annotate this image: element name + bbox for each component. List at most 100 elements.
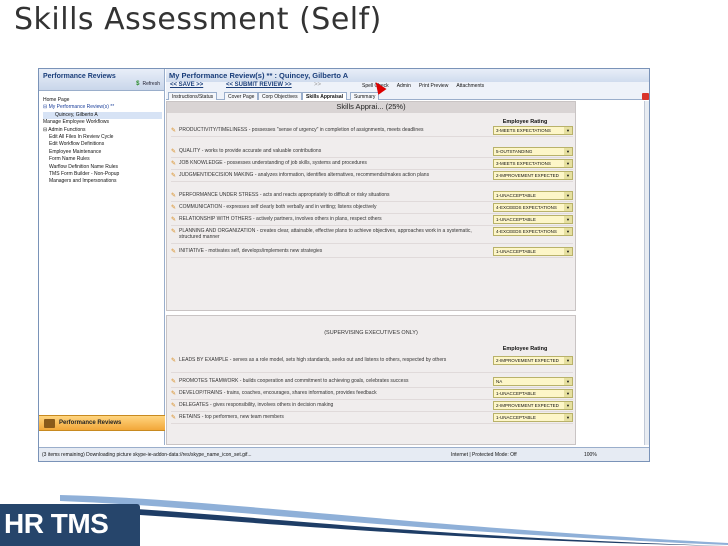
chevron-down-icon: ▼ <box>564 357 572 364</box>
submit-review-button[interactable]: << SUBMIT REVIEW >> <box>226 82 292 88</box>
criterion-text: DELEGATES - gives responsibility, involv… <box>179 402 334 408</box>
pencil-icon: ✎ <box>171 391 177 397</box>
tab-bar: Instructions/Status Cover Page Corp Object… <box>166 79 649 100</box>
tree-item[interactable]: Form Name Rules <box>43 156 162 163</box>
logo-text: HR TMS <box>4 508 109 539</box>
criterion-text: PERFORMANCE UNDER STRESS - acts and reac… <box>179 192 390 198</box>
chevron-down-icon: ▼ <box>564 127 572 134</box>
rating-row: ✎ PERFORMANCE UNDER STRESS - acts and rea… <box>171 191 573 202</box>
tree-item[interactable]: Edit Workflow Definitions <box>43 141 162 148</box>
footer-label: Performance Reviews <box>59 420 122 426</box>
executive-section: (SUPERVISING EXECUTIVES ONLY) Employee R… <box>166 315 576 445</box>
rating-row: ✎ JOB KNOWLEDGE - possesses understanding… <box>171 159 573 170</box>
chevron-down-icon: ▼ <box>564 378 572 385</box>
criterion-text: PLANNING AND ORGANIZATION - creates clea… <box>179 228 472 240</box>
refresh-label: Refresh <box>142 81 160 87</box>
tree-item[interactable]: TMS Form Builder - Non-Popup <box>43 171 162 178</box>
rating-row: ✎ JUDGMENT/DECISION MAKING - analyzes inf… <box>171 171 573 182</box>
scrollbar[interactable] <box>644 101 649 445</box>
nav-tree: Home Page ⊟ My Performance Review(s) ** Qu… <box>39 91 164 186</box>
tree-item[interactable]: Managers and Impersonations <box>43 178 162 185</box>
tree-item[interactable]: Quincey, Gilberto A <box>43 111 162 120</box>
pencil-icon: ✎ <box>171 205 177 211</box>
chevron-down-icon: ▼ <box>564 192 572 199</box>
refresh-button[interactable]: $ Refresh <box>136 81 160 87</box>
decorative-swoosh <box>60 495 728 546</box>
zoom-level[interactable]: 100% <box>584 452 597 458</box>
rating-select[interactable]: 4-EXCEEDS EXPECTATIONS ▼ <box>493 203 573 212</box>
rating-select[interactable]: 3-MEETS EXPECTATIONS ▼ <box>493 126 573 135</box>
criterion-text: RELATIONSHIP WITH OTHERS - actively part… <box>179 216 382 222</box>
rating-value: 1-UNACCEPTABLE <box>496 249 536 254</box>
rating-select[interactable]: 2-IMPROVEMENT EXPECTED ▼ <box>493 171 573 180</box>
pencil-icon: ✎ <box>171 249 177 255</box>
rating-select[interactable]: 2-IMPROVEMENT EXPECTED ▼ <box>493 356 573 365</box>
chevron-down-icon: ▼ <box>564 148 572 155</box>
rating-select[interactable]: 1-UNACCEPTABLE ▼ <box>493 215 573 224</box>
rating-row: ✎ QUALITY - works to provide accurate and… <box>171 147 573 158</box>
tab-skills-appraisal[interactable]: Skills Appraisal <box>302 92 348 100</box>
criterion-text: LEADS BY EXAMPLE - serves as a role mode… <box>179 357 447 363</box>
chevron-down-icon: ▼ <box>564 402 572 409</box>
tree-item[interactable]: Employee Maintenance <box>43 149 162 156</box>
close-icon[interactable] <box>642 93 649 100</box>
chevron-down-icon: ▼ <box>564 248 572 255</box>
rating-select[interactable]: 1-UNACCEPTABLE ▼ <box>493 389 573 398</box>
rating-row: ✎ RETAINS - top performers, new team memb… <box>171 413 573 424</box>
rating-select[interactable]: 4-EXCEEDS EXPECTATIONS ▼ <box>493 227 573 236</box>
rating-select[interactable]: 5-OUTSTANDING ▼ <box>493 147 573 156</box>
left-pane-title: Performance Reviews <box>43 73 116 80</box>
chevron-down-icon: ▼ <box>564 204 572 211</box>
rating-select[interactable]: NA ▼ <box>493 377 573 386</box>
chevron-down-icon: ▼ <box>564 228 572 235</box>
tool-admin[interactable]: Admin <box>397 83 411 89</box>
tab-cover-page[interactable]: Cover Page <box>224 92 259 100</box>
review-title: My Performance Review(s) ** : Quincey, G… <box>169 71 349 80</box>
performance-reviews-footer[interactable]: Performance Reviews <box>39 415 165 431</box>
skills-section: Skills Apprai... (25%) Employee Rating ✎… <box>166 101 576 311</box>
pencil-icon: ✎ <box>171 379 177 385</box>
pencil-icon: ✎ <box>171 217 177 223</box>
tab-summary[interactable]: Summary <box>350 92 380 100</box>
rating-value: 2-IMPROVEMENT EXPECTED <box>496 173 559 178</box>
rating-row: ✎ PLANNING AND ORGANIZATION - creates cle… <box>171 227 573 244</box>
pencil-icon: ✎ <box>171 193 177 199</box>
tree-item[interactable]: Edit All Files In Review Cycle <box>43 134 162 141</box>
criterion-text: JOB KNOWLEDGE - possesses understanding … <box>179 160 367 166</box>
rating-select[interactable]: 2-IMPROVEMENT EXPECTED ▼ <box>493 401 573 410</box>
criterion-text: INITIATIVE - motivates self, develops/im… <box>179 248 323 254</box>
rating-value: NA <box>496 379 503 384</box>
save-button[interactable]: << SAVE >> <box>170 82 203 88</box>
tree-item[interactable]: ⊟ My Performance Review(s) ** <box>43 104 162 111</box>
nav-next-button[interactable]: >> <box>314 82 321 88</box>
tree-item[interactable]: Warflow Definition Name Rules <box>43 164 162 171</box>
app-window: Performance Reviews $ Refresh Home Page ⊟ … <box>38 68 650 462</box>
status-text: (3 items remaining) Downloading picture … <box>42 452 252 458</box>
tree-item[interactable]: Home Page <box>43 97 162 104</box>
rating-select[interactable]: 1-UNACCEPTABLE ▼ <box>493 191 573 200</box>
rating-select[interactable]: 1-UNACCEPTABLE ▼ <box>493 247 573 256</box>
rating-value: 5-OUTSTANDING <box>496 149 533 154</box>
tab-instructions-status[interactable]: Instructions/Status <box>168 92 218 100</box>
pencil-icon: ✎ <box>171 229 177 235</box>
executive-subtitle: (SUPERVISING EXECUTIVES ONLY) <box>324 330 418 336</box>
rating-value: 3-MEETS EXPECTATIONS <box>496 161 551 166</box>
tab-corp-objectives[interactable]: Corp Objectives <box>258 92 302 100</box>
chevron-down-icon: ▼ <box>564 160 572 167</box>
rating-select[interactable]: 1-UNACCEPTABLE ▼ <box>493 413 573 422</box>
criterion-text: PROMOTES TEAMWORK - builds cooperation a… <box>179 378 409 384</box>
tree-item[interactable]: ⊟ Admin Functions <box>43 127 162 134</box>
chevron-down-icon: ▼ <box>564 390 572 397</box>
hr-tms-logo: HR TMS <box>0 504 140 546</box>
criterion-text: RETAINS - top performers, new team membe… <box>179 414 284 420</box>
tool-print-preview[interactable]: Print Preview <box>419 83 448 89</box>
rating-value: 1-UNACCEPTABLE <box>496 391 536 396</box>
rating-select[interactable]: 3-MEETS EXPECTATIONS ▼ <box>493 159 573 168</box>
folder-icon <box>44 419 55 428</box>
pencil-icon: ✎ <box>171 403 177 409</box>
criterion-text: COMMUNICATION - expresses self clearly b… <box>179 204 377 210</box>
right-pane: My Performance Review(s) ** : Quincey, G… <box>166 69 649 445</box>
tree-item[interactable]: Manage Employee Workflows <box>43 119 162 126</box>
tool-attachments[interactable]: Attachments <box>456 83 484 89</box>
skills-content: Skills Apprai... (25%) Employee Rating ✎… <box>166 101 644 445</box>
